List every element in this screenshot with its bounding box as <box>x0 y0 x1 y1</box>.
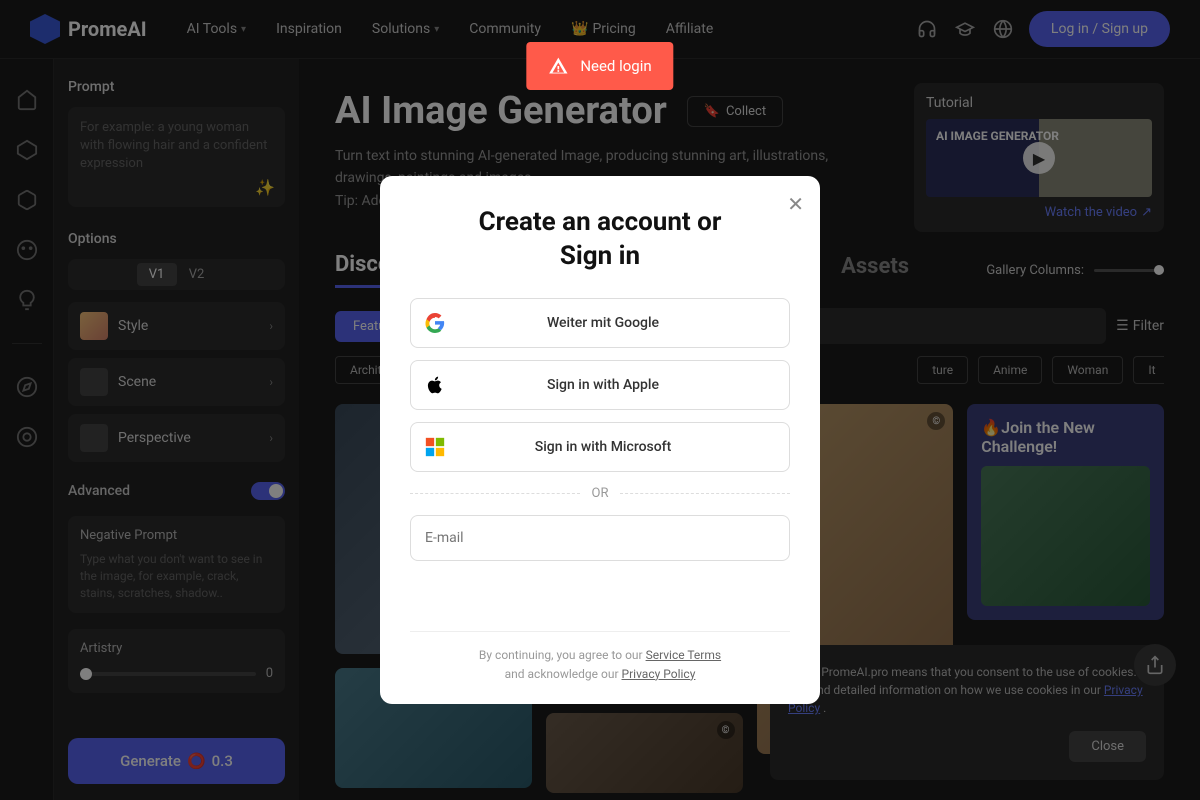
email-field[interactable] <box>410 515 790 561</box>
privacy-policy-link[interactable]: Privacy Policy <box>622 667 696 681</box>
warning-icon <box>548 56 568 76</box>
close-icon[interactable]: ✕ <box>787 192 804 216</box>
service-terms-link[interactable]: Service Terms <box>646 648 722 662</box>
google-signin-button[interactable]: Weiter mit Google <box>410 298 790 348</box>
modal-footer: By continuing, you agree to our Service … <box>410 631 790 684</box>
apple-signin-button[interactable]: Sign in with Apple <box>410 360 790 410</box>
login-alert: Need login <box>526 42 673 90</box>
microsoft-signin-button[interactable]: Sign in with Microsoft <box>410 422 790 472</box>
signin-modal: ✕ Create an account or Sign in Weiter mi… <box>380 176 820 704</box>
or-divider: OR <box>410 486 790 501</box>
modal-title: Create an account or Sign in <box>410 206 790 274</box>
